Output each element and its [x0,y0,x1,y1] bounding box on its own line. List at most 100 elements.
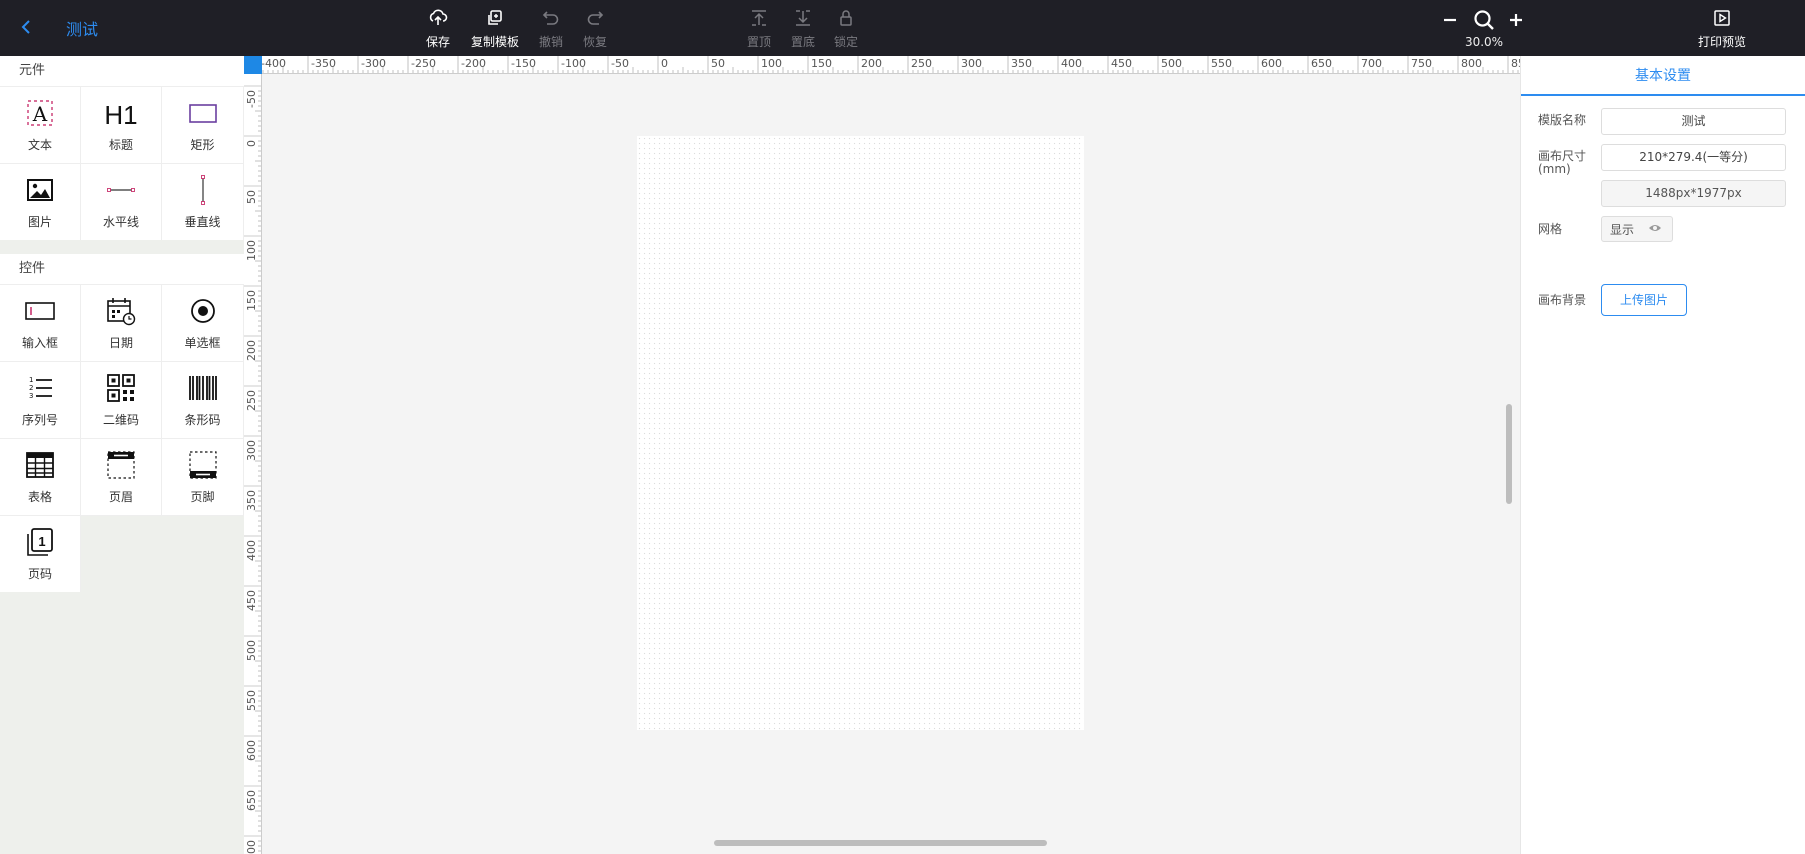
vertical-scrollbar[interactable] [1506,404,1512,504]
ruler-h-label: 350 [1011,57,1032,70]
element-image[interactable]: 图片 [0,163,81,240]
ruler-h-label: 100 [761,57,782,70]
ruler-h-label: -150 [511,57,536,70]
element-heading[interactable]: H1 标题 [81,86,162,163]
svg-text:2: 2 [29,384,33,392]
page-footer-icon [187,449,219,484]
horizontal-line-icon [105,174,137,209]
control-serial-number[interactable]: 123 序列号 [0,361,81,438]
ruler-v-label: 300 [245,440,258,461]
ruler-h-label: 200 [861,57,882,70]
upload-image-button[interactable]: 上传图片 [1601,284,1687,316]
element-horizontal-line-label: 水平线 [102,215,139,229]
ruler-h-label: 250 [911,57,932,70]
control-qrcode-label: 二维码 [102,413,139,427]
barcode-icon [187,372,219,407]
ruler-h-label: 850 [1511,57,1520,70]
template-paper[interactable] [637,136,1084,730]
elements-section-title: 元件 [19,63,46,78]
tab-basic-settings[interactable]: 基本设置 [1521,56,1805,96]
zoom-search-icon[interactable] [1472,8,1496,32]
ruler-v-label: -50 [245,90,258,108]
elements-section: 元件 A 文本 H1 标题 矩形 图片 水平线 垂直线 [0,56,244,240]
control-barcode[interactable]: 条形码 [162,361,244,438]
element-horizontal-line[interactable]: 水平线 [81,163,162,240]
zoom-out-icon[interactable] [1438,8,1462,32]
control-radio[interactable]: 单选框 [162,284,244,361]
controls-section: 控件 输入框 日期 单选框 12 3 序列号 二维码 条形码 表格 页眉 页脚 … [0,254,244,592]
svg-text:1: 1 [38,534,45,549]
play-preview-icon [1712,6,1732,31]
control-page-footer[interactable]: 页脚 [162,438,244,515]
element-vertical-line[interactable]: 垂直线 [162,163,244,240]
copy-icon [485,6,505,31]
ruler-h-label: -50 [611,57,629,70]
zoom-in-icon[interactable] [1504,8,1528,32]
date-icon [105,295,137,330]
ruler-v-label: 600 [245,740,258,761]
control-barcode-label: 条形码 [184,413,221,427]
horizontal-scrollbar[interactable] [714,840,1047,846]
ruler-v-label: 50 [245,190,258,204]
template-name-input[interactable]: 测试 [1601,108,1786,135]
template-title: 测试 [66,20,99,39]
control-date[interactable]: 日期 [81,284,162,361]
ruler-h-label: 500 [1161,57,1182,70]
control-page-number[interactable]: 1 页码 [0,515,81,592]
top-toolbar: 测试 保存 复制模板 撤销 恢复 置顶 置底 锁定 30.0% 打印预览 [0,0,1805,56]
text-icon: A [24,97,56,132]
redo-button[interactable]: 恢复 [569,6,621,50]
ruler-v-label: 500 [245,640,258,661]
lock-button[interactable]: 锁定 [820,6,872,50]
send-to-bottom-label: 置底 [790,35,815,49]
copy-template-button[interactable]: 复制模板 [469,6,521,50]
ruler-h-label: 0 [661,57,668,70]
heading-icon: H1 [104,97,137,132]
ruler-v-label: 0 [245,140,258,147]
element-vertical-line-label: 垂直线 [184,215,221,229]
ruler-v-label: 150 [245,290,258,311]
ruler-h-label: -200 [461,57,486,70]
settings-panel: 基本设置 模版名称 测试 画布尺寸(mm) 210*279.4(一等分) 148… [1520,56,1805,854]
ruler-h-label: 800 [1461,57,1482,70]
canvas-pixel-size: 1488px*1977px [1601,180,1786,207]
save-button[interactable]: 保存 [412,6,464,50]
redo-label: 恢复 [582,35,607,49]
element-text[interactable]: A 文本 [0,86,81,163]
eye-icon [1634,221,1662,238]
ruler-h-label: 450 [1111,57,1132,70]
svg-text:A: A [32,102,48,126]
redo-icon [585,6,605,31]
print-preview-label: 打印预览 [1697,35,1746,49]
ruler-h-label: 150 [811,57,832,70]
radio-icon [187,295,219,330]
element-image-label: 图片 [27,215,52,229]
element-rectangle[interactable]: 矩形 [162,86,244,163]
save-label: 保存 [425,35,450,49]
control-input-box[interactable]: 输入框 [0,284,81,361]
chevron-left-icon [20,19,34,37]
canvas-size-select[interactable]: 210*279.4(一等分) [1601,144,1786,171]
control-table[interactable]: 表格 [0,438,81,515]
back-button[interactable]: 测试 [20,14,98,42]
ruler-h-label: 300 [961,57,982,70]
svg-text:1: 1 [29,376,33,384]
vertical-line-icon [187,174,219,209]
cloud-upload-icon [428,6,448,31]
canvas-size-label: 画布尺寸(mm) [1538,149,1587,176]
ruler-h-label: 550 [1211,57,1232,70]
design-canvas-area[interactable] [262,74,1520,854]
rectangle-icon [187,97,219,132]
copy-template-label: 复制模板 [470,35,519,49]
ruler-corner [244,56,262,74]
control-page-header[interactable]: 页眉 [81,438,162,515]
page-header-icon [105,449,137,484]
print-preview-button[interactable]: 打印预览 [1694,6,1750,50]
control-qrcode[interactable]: 二维码 [81,361,162,438]
control-input-box-label: 输入框 [21,336,58,350]
grid-toggle[interactable]: 显示 [1601,216,1673,242]
ruler-v-label: 250 [245,390,258,411]
control-page-number-label: 页码 [27,567,52,581]
undo-icon [541,6,561,31]
ruler-h-label: -400 [262,57,286,70]
